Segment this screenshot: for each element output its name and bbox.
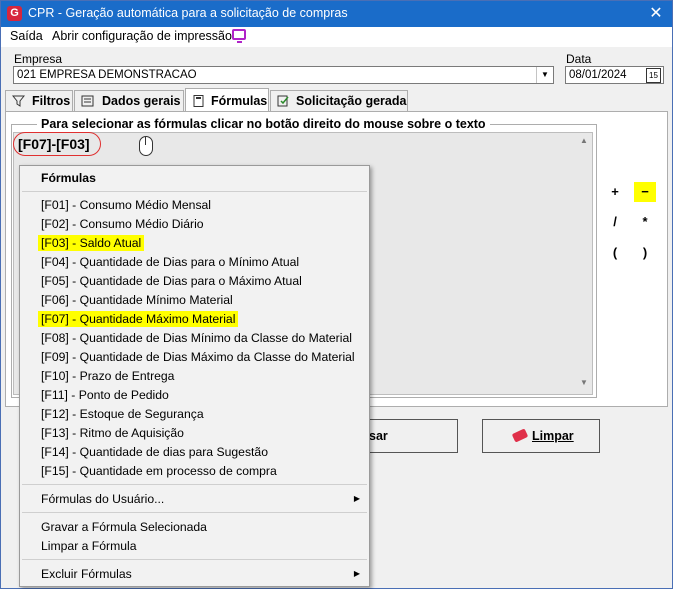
calendar-icon[interactable]: 15	[646, 68, 661, 83]
mouse-icon	[139, 136, 153, 156]
tab-label: Filtros	[32, 94, 71, 108]
scroll-down-icon[interactable]: ▼	[580, 378, 588, 387]
menu-item-f01[interactable]: [F01] - Consumo Médio Mensal	[41, 198, 211, 212]
title-bar: G CPR - Geração automática para a solici…	[1, 1, 672, 27]
close-button[interactable]: ✕	[646, 4, 666, 24]
window-title: CPR - Geração automática para a solicita…	[28, 6, 348, 20]
tab-label: Solicitação gerada	[296, 94, 407, 108]
divider	[22, 559, 367, 560]
annotation-circle	[13, 132, 101, 156]
data-label: Data	[566, 52, 592, 66]
menu-item-f03[interactable]: [F03] - Saldo Atual	[38, 235, 145, 251]
menu-item-f08[interactable]: [F08] - Quantidade de Dias Mínimo da Cla…	[41, 331, 352, 345]
menu-item-f05[interactable]: [F05] - Quantidade de Dias para o Máximo…	[41, 274, 302, 288]
menu-item-f13[interactable]: [F13] - Ritmo de Aquisição	[41, 426, 184, 440]
tab-formulas[interactable]: Fórmulas	[185, 88, 269, 112]
process-label: sar	[369, 429, 388, 443]
calculator-icon	[193, 95, 204, 107]
empresa-select[interactable]: 021 EMPRESA DEMONSTRACAO ▼	[13, 66, 554, 84]
menu-item-user-formulas[interactable]: Fórmulas do Usuário...	[41, 492, 164, 506]
menu-item-f10[interactable]: [F10] - Prazo de Entrega	[41, 369, 174, 383]
menu-saida[interactable]: Saída	[10, 29, 43, 43]
tab-label: Dados gerais	[102, 94, 181, 108]
limpar-label: Limpar	[532, 429, 574, 443]
monitor-print-icon[interactable]	[232, 29, 246, 43]
divider	[22, 484, 367, 485]
menu-item-f09[interactable]: [F09] - Quantidade de Dias Máximo da Cla…	[41, 350, 355, 364]
minus-button[interactable]: −	[634, 182, 656, 202]
menu-abrir-config-impressao[interactable]: Abrir configuração de impressão	[52, 29, 232, 43]
menu-item-f02[interactable]: [F02] - Consumo Médio Diário	[41, 217, 204, 231]
empresa-label: Empresa	[14, 52, 63, 66]
menu-item-f06[interactable]: [F06] - Quantidade Mínimo Material	[41, 293, 233, 307]
tab-filtros[interactable]: Filtros	[5, 90, 73, 111]
limpar-button[interactable]: Limpar	[482, 419, 600, 453]
tab-dados-gerais[interactable]: Dados gerais	[74, 90, 184, 111]
menu-item-f14[interactable]: [F14] - Quantidade de dias para Sugestão	[41, 445, 268, 459]
menu-item-save-formula[interactable]: Gravar a Fórmula Selecionada	[41, 520, 207, 534]
menu-item-f07[interactable]: [F07] - Quantidade Máximo Material	[38, 311, 239, 327]
menu-bar: Saída Abrir configuração de impressão	[1, 27, 672, 47]
filter-icon	[12, 95, 25, 107]
group-title: Para selecionar as fórmulas clicar no bo…	[37, 117, 490, 131]
empresa-value: 021 EMPRESA DEMONSTRACAO	[17, 69, 197, 81]
multiply-button[interactable]: *	[634, 212, 656, 232]
chevron-down-icon[interactable]: ▼	[536, 67, 553, 83]
menu-item-clear-formula[interactable]: Limpar a Fórmula	[41, 539, 137, 553]
tab-solicitacao-gerada[interactable]: Solicitação gerada	[270, 90, 408, 111]
scroll-up-icon[interactable]: ▲	[580, 136, 588, 145]
eraser-icon	[511, 428, 529, 443]
context-menu-header: Fórmulas	[41, 171, 96, 185]
menu-item-f15[interactable]: [F15] - Quantidade em processo de compra	[41, 464, 277, 478]
context-menu: Fórmulas [F01] - Consumo Médio Mensal [F…	[19, 165, 370, 587]
tab-label: Fórmulas	[211, 94, 268, 108]
menu-item-delete-formulas[interactable]: Excluir Fórmulas	[41, 567, 132, 581]
menu-item-f04[interactable]: [F04] - Quantidade de Dias para o Mínimo…	[41, 255, 299, 269]
date-value: 08/01/2024	[569, 69, 627, 81]
close-paren-button[interactable]: )	[634, 243, 656, 263]
data-icon	[81, 95, 94, 107]
submenu-arrow-icon: ▶	[353, 569, 360, 578]
plus-button[interactable]: +	[604, 182, 626, 202]
divider	[22, 512, 367, 513]
open-paren-button[interactable]: (	[604, 243, 626, 263]
document-check-icon	[277, 95, 289, 107]
menu-item-f12[interactable]: [F12] - Estoque de Segurança	[41, 407, 204, 421]
menu-item-f11[interactable]: [F11] - Ponto de Pedido	[41, 388, 169, 402]
process-button[interactable]: sar	[366, 419, 458, 453]
divider	[22, 191, 367, 192]
date-field[interactable]: 08/01/2024 15	[565, 66, 664, 84]
cpr-app-icon: G	[7, 6, 22, 21]
submenu-arrow-icon: ▶	[353, 494, 360, 503]
divide-button[interactable]: /	[604, 212, 626, 232]
